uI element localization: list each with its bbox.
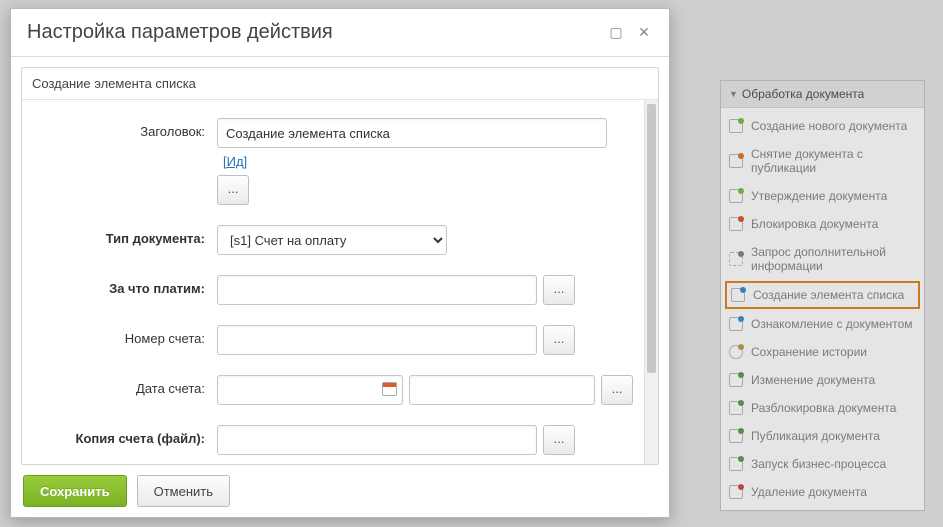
row-invoice-copy: Копия счета (файл): ... [22,425,636,455]
label-doc-type: Тип документа: [22,225,217,246]
form-scroll: Заголовок: [Ид] ... Тип документа: [22,100,658,464]
scrollbar-thumb[interactable] [647,104,656,373]
label-invoice-date: Дата счета: [22,375,217,396]
label-pay-for: За что платим: [22,275,217,296]
save-button[interactable]: Сохранить [23,475,127,507]
title-input[interactable] [217,118,607,148]
id-link[interactable]: [Ид] [223,154,247,169]
dialog-header: Настройка параметров действия ▢ ✕ [11,9,669,57]
doc-type-select[interactable]: [s1] Счет на оплату [217,225,447,255]
row-doc-type: Тип документа: [s1] Счет на оплату [22,225,636,255]
invoice-no-more-button[interactable]: ... [543,325,575,355]
settings-dialog: Настройка параметров действия ▢ ✕ Создан… [10,8,670,518]
invoice-date-input[interactable] [217,375,403,405]
label-invoice-copy: Копия счета (файл): [22,425,217,446]
row-invoice-no: Номер счета: ... [22,325,636,355]
row-invoice-date: Дата счета: ... [22,375,636,405]
form-section-title: Создание элемента списка [22,68,658,100]
dialog-body: Создание элемента списка Заголовок: [Ид]… [11,57,669,465]
maximize-button[interactable]: ▢ [607,24,625,42]
cancel-button[interactable]: Отменить [137,475,230,507]
pay-for-input[interactable] [217,275,537,305]
invoice-date-more-button[interactable]: ... [601,375,633,405]
invoice-copy-more-button[interactable]: ... [543,425,575,455]
title-more-button[interactable]: ... [217,175,249,205]
dialog-title: Настройка параметров действия [27,21,597,44]
scrollbar[interactable] [644,100,658,464]
row-title: Заголовок: [Ид] ... [22,118,636,205]
form-panel: Создание элемента списка Заголовок: [Ид]… [21,67,659,465]
label-invoice-no: Номер счета: [22,325,217,346]
row-pay-for: За что платим: ... [22,275,636,305]
invoice-no-input[interactable] [217,325,537,355]
invoice-copy-input[interactable] [217,425,537,455]
label-title: Заголовок: [22,118,217,139]
pay-for-more-button[interactable]: ... [543,275,575,305]
invoice-date-time-input[interactable] [409,375,595,405]
close-button[interactable]: ✕ [635,24,653,42]
dialog-footer: Сохранить Отменить [11,465,669,517]
